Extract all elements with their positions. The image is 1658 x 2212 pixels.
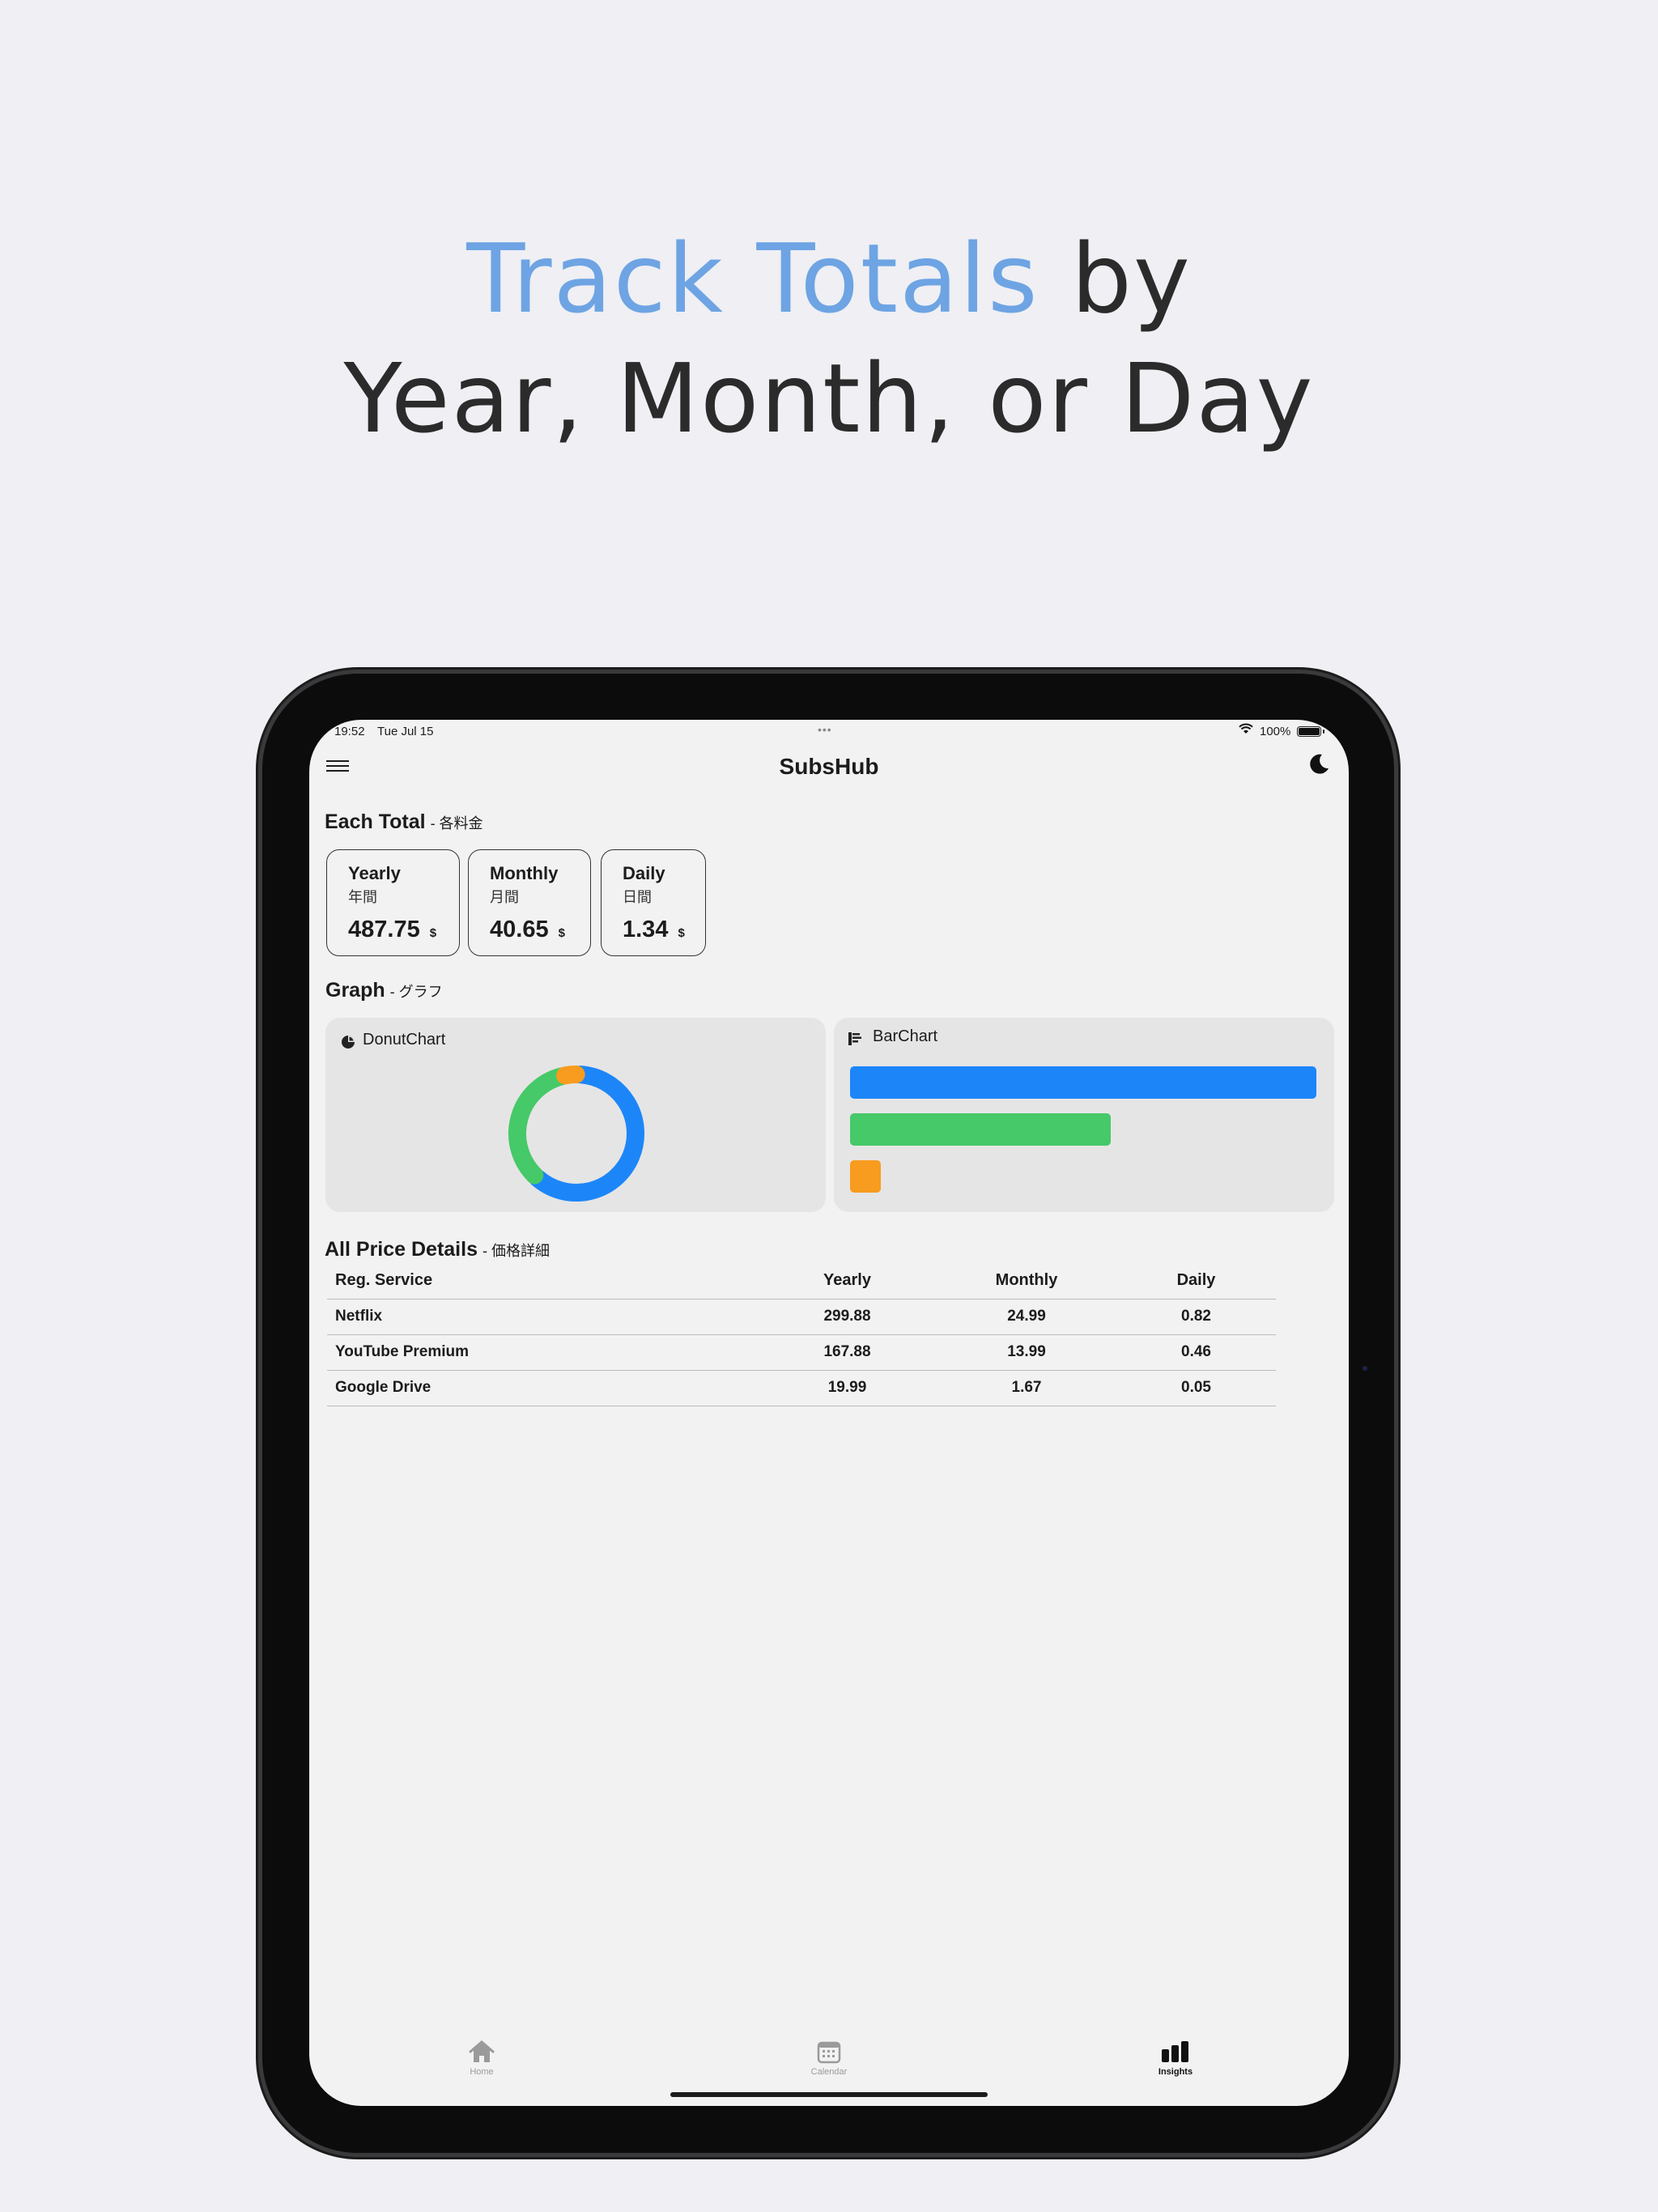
cell-service: Google Drive	[327, 1370, 758, 1406]
table-row[interactable]: YouTube Premium 167.88 13.99 0.46	[327, 1334, 1276, 1371]
donut-chart-card[interactable]: DonutChart	[325, 1018, 826, 1212]
tab-label: Home	[470, 2067, 494, 2077]
headline-rest: by	[1039, 223, 1192, 334]
total-card-value: 40.65	[490, 917, 549, 942]
house-icon	[469, 2040, 495, 2062]
table-row[interactable]: Google Drive 19.99 1.67 0.05	[327, 1370, 1276, 1406]
marketing-headline: Track Totals by Year, Month, or Day	[0, 219, 1658, 458]
bar-chart-card[interactable]: BarChart	[834, 1018, 1334, 1212]
column-header-monthly: Monthly	[937, 1263, 1116, 1300]
cell-daily: 0.46	[1116, 1334, 1276, 1371]
table-row[interactable]: Netflix 299.88 24.99 0.82	[327, 1299, 1276, 1335]
cell-yearly: 19.99	[758, 1370, 937, 1406]
cell-monthly: 1.67	[937, 1370, 1116, 1406]
total-card-name: Yearly	[348, 863, 401, 883]
chart-bar-icon	[1162, 2041, 1188, 2062]
total-card-currency: $	[558, 926, 565, 940]
donut-chart	[508, 1066, 644, 1202]
graph-subtitle: - グラフ	[389, 984, 443, 1000]
bar-chart-label: BarChart	[873, 1027, 938, 1045]
cell-monthly: 24.99	[937, 1299, 1116, 1335]
total-card-currency: $	[429, 926, 437, 940]
wifi-icon	[1239, 723, 1253, 738]
total-card-daily[interactable]: Daily 日間 1.34 $	[601, 849, 706, 956]
donut-slice	[508, 1067, 571, 1185]
total-card-name: Monthly	[490, 863, 559, 883]
cell-service: Netflix	[327, 1299, 758, 1335]
headline-line-2: Year, Month, or Day	[343, 342, 1315, 454]
calendar-icon	[817, 2041, 841, 2064]
moon-icon[interactable]	[1307, 752, 1331, 776]
graph-heading: Graph - グラフ	[325, 979, 443, 1002]
multitasking-dots-icon[interactable]: •••	[818, 723, 832, 736]
total-card-name: Daily	[623, 863, 665, 883]
status-time: 19:52	[334, 725, 365, 738]
cell-monthly: 13.99	[937, 1334, 1116, 1371]
price-details-heading: All Price Details - 価格詳細	[325, 1238, 550, 1261]
price-details-title: All Price Details	[325, 1238, 478, 1261]
donut-slice	[529, 1066, 644, 1202]
total-card-monthly[interactable]: Monthly 月間 40.65 $	[468, 849, 591, 956]
headline-accent: Track Totals	[466, 223, 1039, 334]
app-screen: 19:52 Tue Jul 15 ••• 100% SubsHub Each T…	[309, 720, 1349, 2106]
tab-label: Calendar	[810, 2067, 848, 2077]
cell-yearly: 167.88	[758, 1334, 937, 1371]
cell-yearly: 299.88	[758, 1299, 937, 1335]
donut-slice	[556, 1066, 585, 1085]
tab-calendar[interactable]: Calendar	[780, 2040, 878, 2077]
total-card-jp: 月間	[490, 889, 519, 905]
status-date: Tue Jul 15	[377, 725, 434, 738]
total-card-value: 487.75	[348, 917, 420, 942]
column-header-yearly: Yearly	[758, 1263, 937, 1300]
cell-daily: 0.82	[1116, 1299, 1276, 1335]
bar-chart-bar	[850, 1113, 1111, 1146]
status-bar: 19:52 Tue Jul 15 ••• 100%	[309, 720, 1349, 744]
bar-chart-bar	[850, 1160, 881, 1193]
home-indicator[interactable]	[670, 2092, 988, 2097]
device-camera	[1363, 1366, 1367, 1371]
battery-percent: 100%	[1260, 725, 1291, 738]
tab-insights[interactable]: Insights	[1127, 2040, 1224, 2077]
app-title: SubsHub	[779, 754, 879, 779]
headline-line-1: Track Totals by	[0, 219, 1658, 338]
tab-home[interactable]: Home	[433, 2040, 530, 2077]
each-total-title: Each Total	[325, 810, 426, 833]
total-card-currency: $	[678, 926, 685, 940]
each-total-subtitle: - 各料金	[430, 815, 483, 832]
total-card-yearly[interactable]: Yearly 年間 487.75 $	[326, 849, 460, 956]
donut-chart-label: DonutChart	[363, 1031, 446, 1049]
tab-label: Insights	[1158, 2067, 1193, 2077]
total-card-jp: 日間	[623, 889, 652, 905]
cell-service: YouTube Premium	[327, 1334, 758, 1371]
bar-list-icon	[848, 1032, 861, 1045]
battery-icon	[1297, 726, 1324, 737]
total-card-jp: 年間	[348, 889, 377, 905]
pie-chart-icon	[342, 1036, 355, 1049]
column-header-service: Reg. Service	[327, 1263, 758, 1300]
each-total-heading: Each Total - 各料金	[325, 810, 483, 834]
cell-daily: 0.05	[1116, 1370, 1276, 1406]
table-header-row: Reg. Service Yearly Monthly Daily	[327, 1263, 1276, 1300]
price-details-subtitle: - 価格詳細	[482, 1243, 550, 1259]
price-table: Reg. Service Yearly Monthly Daily Netfli…	[327, 1263, 1276, 1406]
total-card-value: 1.34	[623, 917, 669, 942]
bar-chart-bar	[850, 1066, 1316, 1099]
graph-title: Graph	[325, 979, 385, 1002]
column-header-daily: Daily	[1116, 1263, 1276, 1300]
